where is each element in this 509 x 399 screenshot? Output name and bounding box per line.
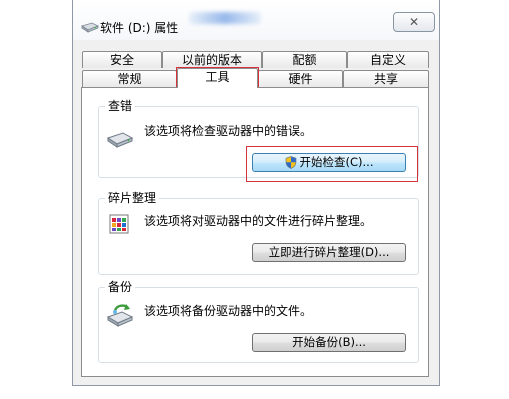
tab-quota[interactable]: 配额: [262, 51, 347, 68]
title-bar[interactable]: 软件 (D:) 属性 ✕: [73, 0, 439, 40]
blurred-title-region: [189, 12, 261, 24]
tab-customize[interactable]: 自定义: [347, 51, 429, 68]
properties-dialog: 软件 (D:) 属性 ✕ 安全 以前的版本 配额 自定义 常规 工具 硬件 共享…: [72, 0, 440, 386]
tab-sharing[interactable]: 共享: [343, 70, 429, 87]
check-now-button[interactable]: 开始检查(C)...: [252, 153, 406, 172]
tab-security[interactable]: 安全: [82, 51, 162, 68]
check-now-button-label: 开始检查(C)...: [299, 155, 374, 169]
group-desc-error-checking: 该选项将检查驱动器中的错误。: [144, 124, 313, 138]
tab-hardware[interactable]: 硬件: [258, 70, 343, 87]
group-title-backup: 备份: [105, 279, 136, 295]
drive-icon: [80, 20, 100, 34]
defrag-icon: [108, 211, 132, 240]
group-title-error-checking: 查错: [105, 98, 136, 114]
tab-tools[interactable]: 工具: [177, 68, 258, 88]
close-button[interactable]: ✕: [393, 12, 435, 32]
group-title-defragmentation: 碎片整理: [105, 190, 160, 206]
drive-check-icon: [106, 129, 134, 152]
tab-previous-versions[interactable]: 以前的版本: [162, 51, 262, 68]
backup-icon: [106, 302, 136, 331]
defragment-now-button[interactable]: 立即进行碎片整理(D)...: [252, 243, 406, 262]
group-desc-defragmentation: 该选项将对驱动器中的文件进行碎片整理。: [144, 214, 373, 228]
window-title: 软件 (D:) 属性: [100, 21, 179, 35]
backup-now-button[interactable]: 开始备份(B)...: [252, 333, 406, 352]
uac-shield-icon: [285, 156, 297, 174]
group-desc-backup: 该选项将备份驱动器中的文件。: [144, 304, 313, 318]
group-defragmentation: 碎片整理 该选项将对驱动器中的文件进行碎片整理。: [98, 190, 419, 275]
tab-general[interactable]: 常规: [82, 70, 177, 87]
